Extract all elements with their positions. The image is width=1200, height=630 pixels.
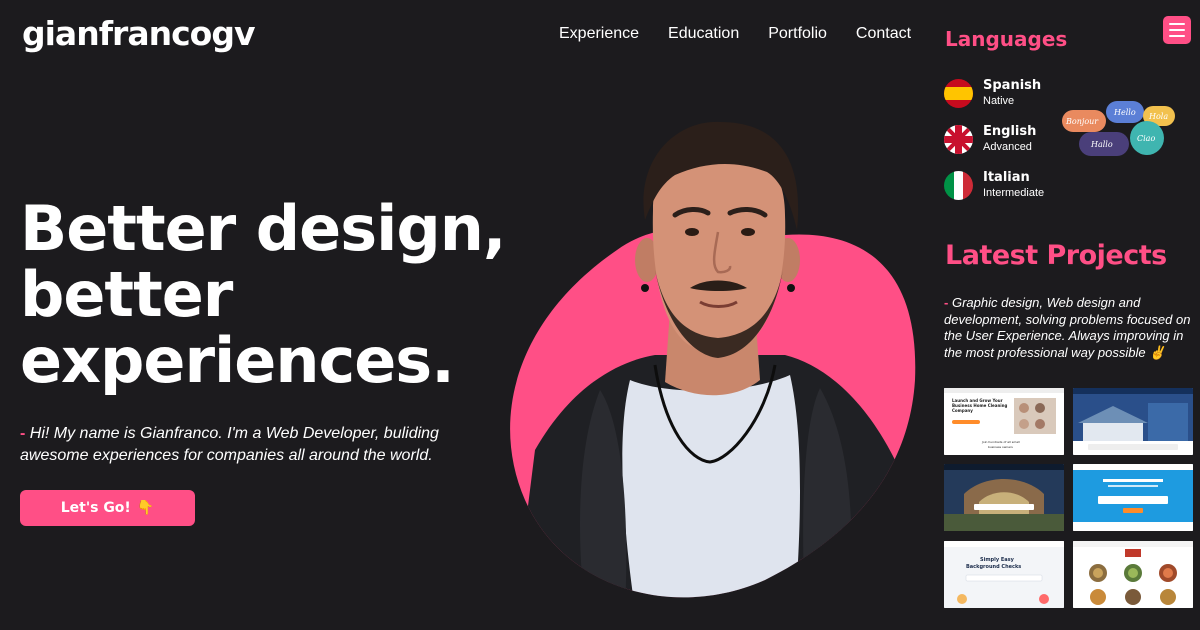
profile-photo: [505, 120, 920, 610]
victory-hand-icon: ✌: [1149, 344, 1166, 360]
project-thumbnail[interactable]: [1073, 464, 1193, 531]
thumbnail-headline: Company: [952, 408, 973, 413]
hero-title-line-1: Better design,: [20, 192, 506, 265]
hamburger-menu-icon[interactable]: [1163, 16, 1191, 44]
profile-illustration: [510, 121, 916, 598]
italy-flag-icon: [944, 170, 973, 200]
thumbnail-headline: Simply Easy: [980, 557, 1015, 563]
language-item-spanish: Spanish Native: [944, 78, 1041, 108]
greeting-bubble-5: Ciao: [1137, 134, 1155, 143]
cta-label: Let's Go!: [60, 500, 131, 516]
pointing-down-icon: 👇: [136, 500, 155, 516]
greeting-bubbles-illustration: Bonjour Hello Hola Hallo Ciao: [1061, 100, 1176, 162]
project-thumbnail[interactable]: [1073, 541, 1193, 608]
project-thumbnail[interactable]: [944, 464, 1064, 531]
hero-title: Better design, better experiences.: [20, 196, 520, 394]
greeting-bubble-1: Bonjour: [1065, 117, 1099, 126]
intro-text: Hi! My name is Gianfranco. I'm a Web Dev…: [20, 425, 439, 464]
nav-portfolio[interactable]: Portfolio: [768, 25, 827, 43]
greeting-bubble-4: Hallo: [1090, 140, 1113, 149]
uk-flag-icon: [944, 124, 973, 154]
greeting-bubble-2: Hello: [1113, 108, 1136, 117]
language-item-english: English Advanced: [944, 124, 1036, 154]
intro-dash: -: [20, 425, 26, 442]
language-name: Italian: [983, 170, 1030, 185]
thumbnail-footer: Join hundreds of all small: [981, 440, 1020, 444]
hero-title-line-2: better: [20, 258, 233, 331]
greeting-bubble-3: Hola: [1148, 112, 1168, 121]
language-name: Spanish: [983, 78, 1042, 93]
projects-dash: -: [944, 295, 949, 310]
logo[interactable]: gianfrancogv: [22, 14, 255, 53]
main-nav: Experience Education Portfolio Contact: [559, 25, 940, 43]
language-item-italian: Italian Intermediate: [944, 170, 1044, 200]
latest-projects-title: Latest Projects: [945, 240, 1167, 271]
thumbnail-headline: Background Checks: [966, 564, 1021, 570]
info-sidebar: Languages Spanish Native English Advance…: [935, 0, 1200, 630]
language-level: Advanced: [983, 141, 1032, 153]
nav-experience[interactable]: Experience: [559, 25, 639, 43]
project-thumbnail[interactable]: Launch and Grow Your Business Home Clean…: [944, 388, 1064, 455]
spain-flag-icon: [944, 78, 973, 108]
nav-contact[interactable]: Contact: [856, 25, 911, 43]
hero-title-line-3: experiences.: [20, 324, 455, 397]
project-thumbnail[interactable]: [1073, 388, 1193, 455]
language-level: Native: [983, 95, 1015, 107]
language-name: English: [983, 124, 1037, 139]
language-level: Intermediate: [983, 187, 1045, 199]
thumbnail-footer: business owners: [988, 445, 1013, 449]
lets-go-button[interactable]: Let's Go! 👇: [20, 490, 195, 526]
project-thumbnail[interactable]: Simply Easy Background Checks: [944, 541, 1064, 608]
languages-title: Languages: [945, 27, 1068, 51]
nav-education[interactable]: Education: [668, 25, 739, 43]
projects-description: - Graphic design, Web design and develop…: [944, 295, 1194, 361]
hero-intro: - Hi! My name is Gianfranco. I'm a Web D…: [20, 423, 480, 467]
